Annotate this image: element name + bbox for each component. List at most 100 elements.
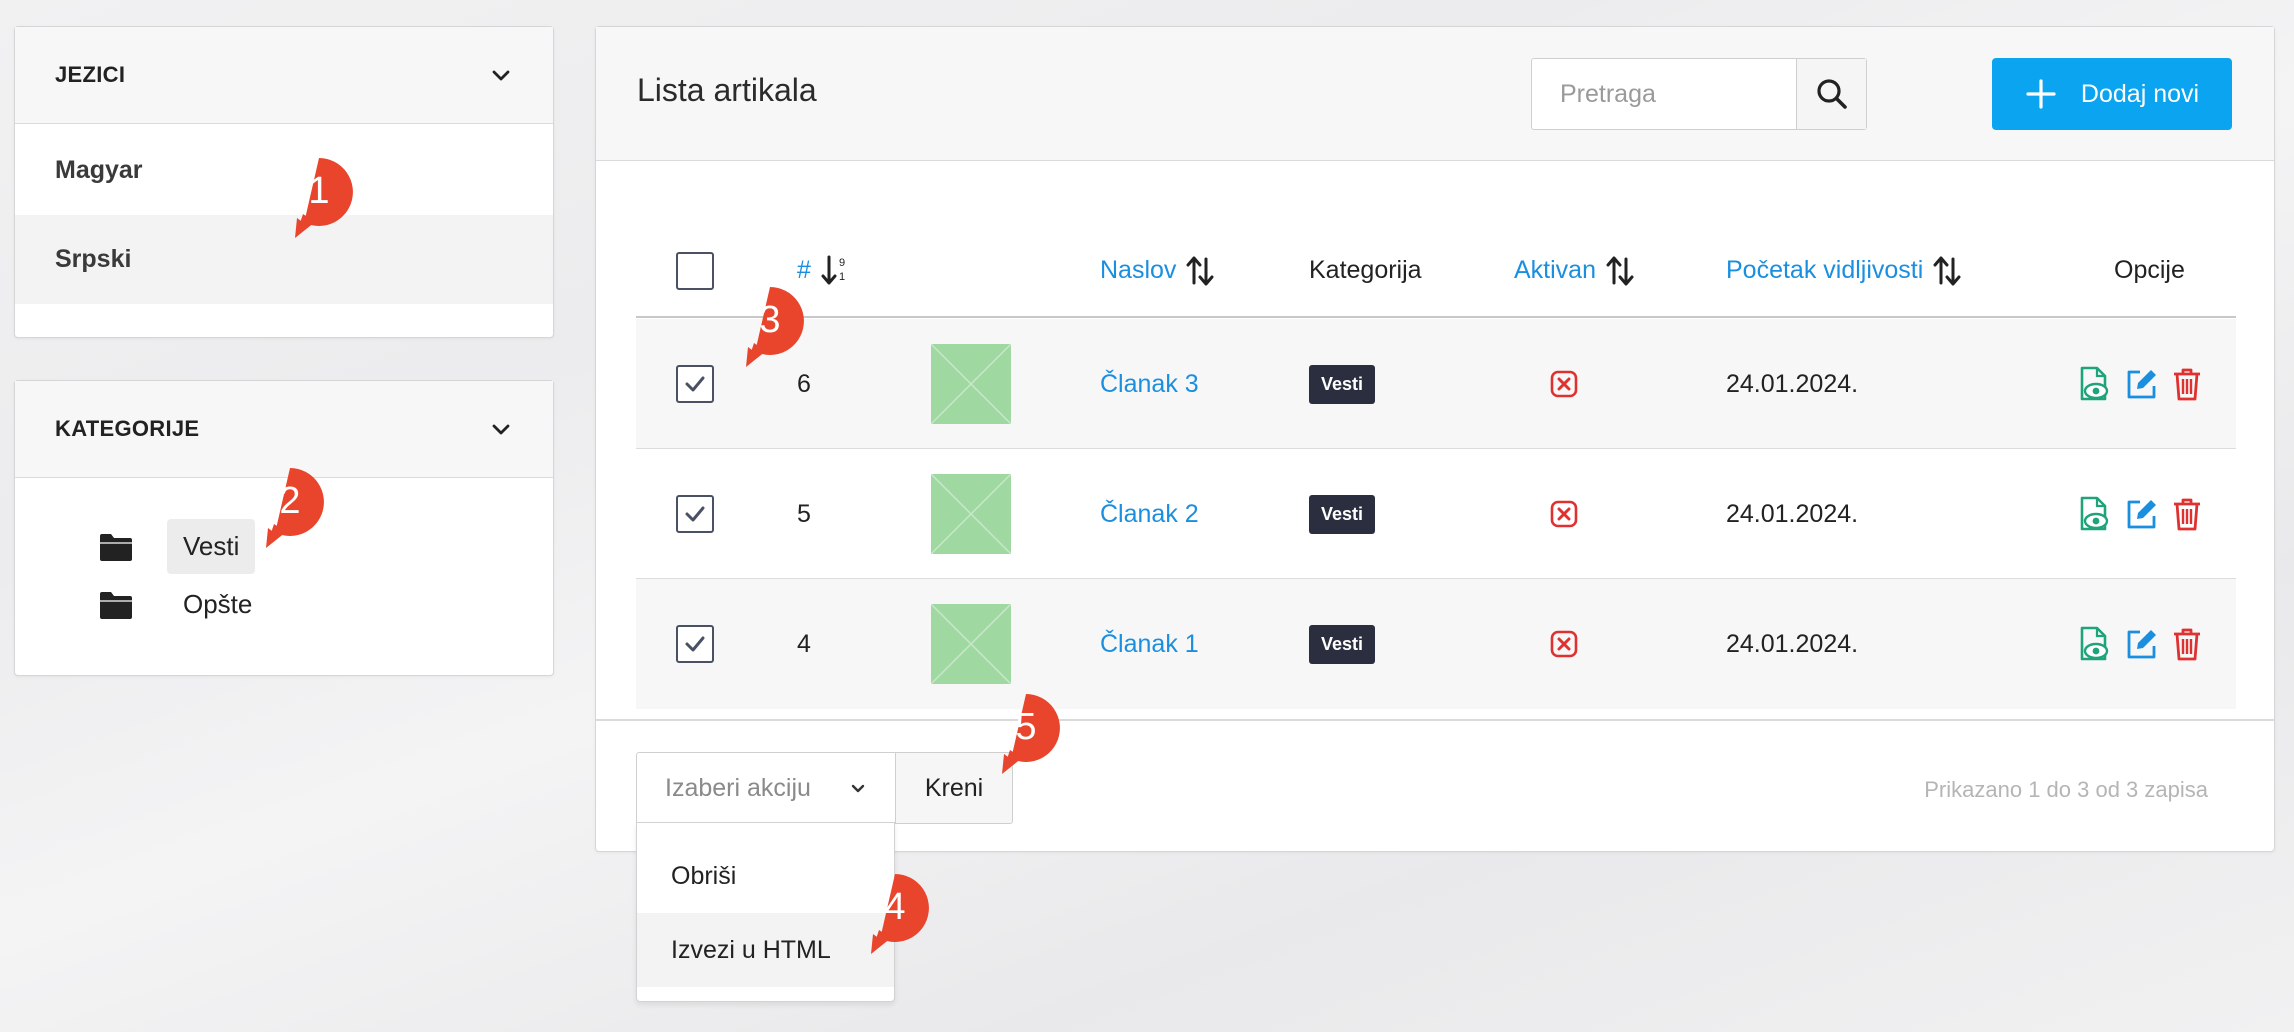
bulk-action-menu: Obriši Izvezi u HTML <box>636 822 895 1002</box>
check-icon <box>685 636 705 652</box>
add-new-button[interactable]: Dodaj novi <box>1992 58 2232 130</box>
category-badge: Vesti <box>1309 364 1376 404</box>
column-active[interactable]: Aktivan <box>1514 223 1634 318</box>
row-select-cell <box>676 449 714 579</box>
bulk-action-placeholder: Izaberi akciju <box>665 773 811 802</box>
row-id: 4 <box>797 629 811 658</box>
inactive-status-cell <box>1550 449 1578 579</box>
column-options: Opcije <box>2114 256 2185 284</box>
svg-text:9: 9 <box>839 257 845 269</box>
row-title-link[interactable]: Članak 1 <box>1100 630 1199 659</box>
row-options <box>2064 579 2202 709</box>
column-id-label: # <box>797 256 811 284</box>
table-row: 6 Članak 3 Vesti 24.01.2024. <box>636 319 2236 449</box>
svg-text:1: 1 <box>839 271 845 283</box>
row-title-link[interactable]: Članak 3 <box>1100 370 1199 399</box>
sort-icon <box>1606 256 1634 285</box>
image-placeholder-icon[interactable] <box>931 344 1011 424</box>
row-checkbox[interactable] <box>676 495 714 533</box>
category-badge: Vesti <box>1309 494 1376 534</box>
column-visibility-start[interactable]: Početak vidljivosti <box>1726 223 1961 318</box>
callout-number: 4 <box>884 885 906 928</box>
categories-title: KATEGORIJE <box>55 416 200 441</box>
row-checkbox[interactable] <box>676 625 714 663</box>
plus-icon <box>2026 79 2056 109</box>
row-thumbnail-cell <box>931 319 1011 449</box>
folder-icon <box>100 533 132 561</box>
languages-title: JEZICI <box>55 62 126 87</box>
row-date: 24.01.2024. <box>1726 369 1859 398</box>
row-title-link[interactable]: Članak 2 <box>1100 500 1199 529</box>
page-title: Lista artikala <box>637 72 817 108</box>
chevron-down-icon <box>492 70 510 81</box>
languages-header[interactable]: JEZICI <box>15 27 553 124</box>
row-thumbnail-cell <box>931 449 1011 579</box>
inactive-x-icon[interactable] <box>1550 500 1578 528</box>
table-row: 4 Članak 1 Vesti 24.01.2024. <box>636 579 2236 709</box>
category-label: Opšte <box>183 589 253 619</box>
callout-number: 3 <box>759 298 781 341</box>
select-all-checkbox[interactable] <box>676 251 714 290</box>
bulk-action-select[interactable]: Izaberi akciju <box>636 752 896 824</box>
check-icon <box>685 506 705 522</box>
chevron-down-icon <box>851 784 865 793</box>
inactive-status-cell <box>1550 319 1578 449</box>
check-icon <box>685 376 705 392</box>
column-title[interactable]: Naslov <box>1100 223 1214 318</box>
chevron-down-icon <box>492 424 510 435</box>
table-header: # 9 1 Naslov Kategorija Aktivan Početak … <box>636 223 2236 318</box>
inactive-status-cell <box>1550 579 1578 709</box>
category-item-opste[interactable]: Opšte <box>99 577 268 632</box>
callout-marker: 4 <box>859 872 931 956</box>
sort-numeric-icon: 9 1 <box>821 255 845 284</box>
records-info: Prikazano 1 do 3 od 3 zapisa <box>1924 777 2208 802</box>
select-all-cell <box>676 223 714 318</box>
edit-icon[interactable] <box>2124 627 2158 661</box>
search-button[interactable] <box>1796 59 1866 129</box>
inactive-x-icon[interactable] <box>1550 630 1578 658</box>
articles-header: Lista artikala Dodaj novi <box>596 27 2274 161</box>
category-badge: Vesti <box>1309 624 1376 664</box>
row-checkbox[interactable] <box>676 365 714 403</box>
callout-number: 1 <box>308 169 330 212</box>
delete-icon[interactable] <box>2172 497 2202 531</box>
edit-icon[interactable] <box>2124 497 2158 531</box>
folder-icon <box>100 591 132 619</box>
preview-icon[interactable] <box>2078 366 2110 402</box>
search-input[interactable] <box>1532 59 1796 129</box>
menu-item-export-html[interactable]: Izvezi u HTML <box>637 913 894 987</box>
row-thumbnail-cell <box>931 579 1011 709</box>
preview-icon[interactable] <box>2078 626 2110 662</box>
categories-header[interactable]: KATEGORIJE <box>15 381 553 478</box>
preview-icon[interactable] <box>2078 496 2110 532</box>
callout-number: 5 <box>1015 705 1037 748</box>
category-item-vesti[interactable]: Vesti <box>99 519 256 574</box>
row-id: 5 <box>797 499 811 528</box>
column-visibility-label: Početak vidljivosti <box>1726 256 1924 284</box>
callout-number: 2 <box>279 479 301 522</box>
column-category: Kategorija <box>1309 256 1422 284</box>
column-active-label: Aktivan <box>1514 256 1596 284</box>
callout-marker: 5 <box>990 692 1062 776</box>
row-select-cell <box>676 579 714 709</box>
articles-panel: Lista artikala Dodaj novi # 9 1 Naslov <box>595 26 2275 852</box>
edit-icon[interactable] <box>2124 367 2158 401</box>
search-group <box>1531 58 1867 130</box>
row-date: 24.01.2024. <box>1726 629 1859 658</box>
delete-icon[interactable] <box>2172 367 2202 401</box>
column-title-label: Naslov <box>1100 256 1177 284</box>
menu-item-delete[interactable]: Obriši <box>637 839 894 913</box>
delete-icon[interactable] <box>2172 627 2202 661</box>
sort-icon <box>1933 256 1961 285</box>
search-icon <box>1816 79 1847 109</box>
row-options <box>2064 449 2202 579</box>
row-select-cell <box>676 319 714 449</box>
image-placeholder-icon[interactable] <box>931 604 1011 684</box>
callout-marker: 2 <box>254 466 326 550</box>
sort-icon <box>1186 256 1214 285</box>
inactive-x-icon[interactable] <box>1550 370 1578 398</box>
image-placeholder-icon[interactable] <box>931 474 1011 554</box>
category-label: Vesti <box>167 519 256 574</box>
callout-marker: 3 <box>734 285 806 369</box>
table-row: 5 Članak 2 Vesti 24.01.2024. <box>636 449 2236 579</box>
